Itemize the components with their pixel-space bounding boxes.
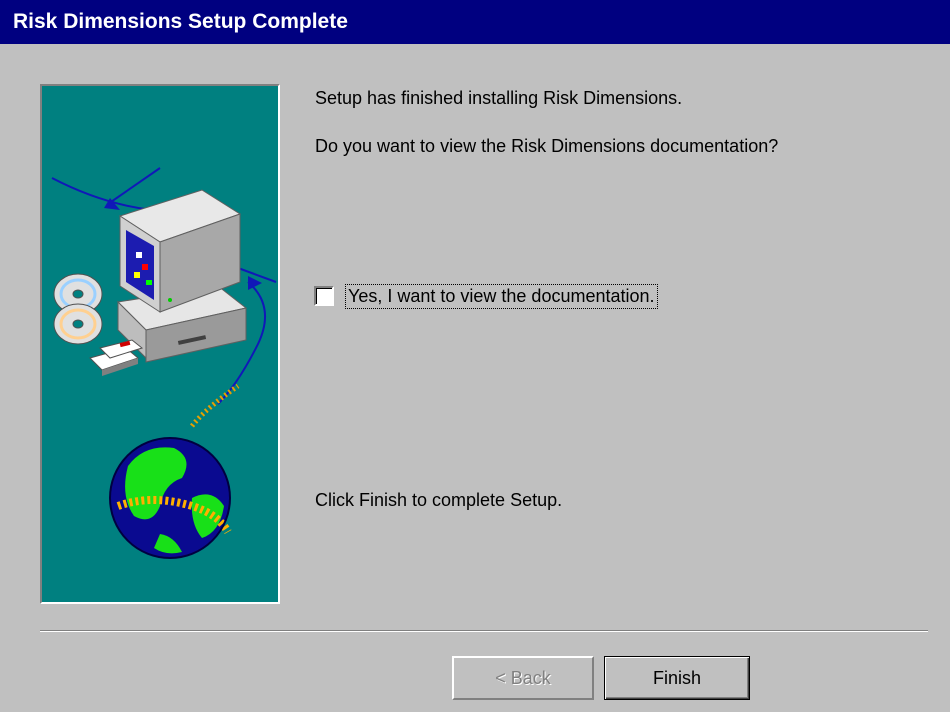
setup-finished-message: Setup has finished installing Risk Dimen… (315, 88, 683, 108)
finish-button-label: Finish (652, 667, 701, 688)
back-button[interactable]: < Back (452, 656, 594, 700)
setup-illustration (40, 84, 280, 604)
finish-instruction: Click Finish to complete Setup. (315, 490, 563, 510)
button-separator (40, 630, 928, 632)
cd-icon (53, 273, 103, 345)
finish-button[interactable]: Finish (604, 656, 750, 700)
computer-icon (116, 189, 248, 363)
window-title: Risk Dimensions Setup Complete (0, 0, 950, 44)
view-documentation-label[interactable]: Yes, I want to view the documentation. (345, 283, 658, 309)
globe-icon (109, 383, 240, 559)
setup-dialog: Setup has finished installing Risk Dimen… (0, 44, 950, 712)
view-documentation-question: Do you want to view the Risk Dimensions … (315, 136, 779, 156)
view-documentation-option[interactable]: Yes, I want to view the documentation. (314, 282, 658, 310)
view-documentation-checkbox[interactable] (314, 286, 334, 306)
back-button-label: < Back (495, 667, 551, 688)
floppy-disk-icon (89, 339, 144, 376)
